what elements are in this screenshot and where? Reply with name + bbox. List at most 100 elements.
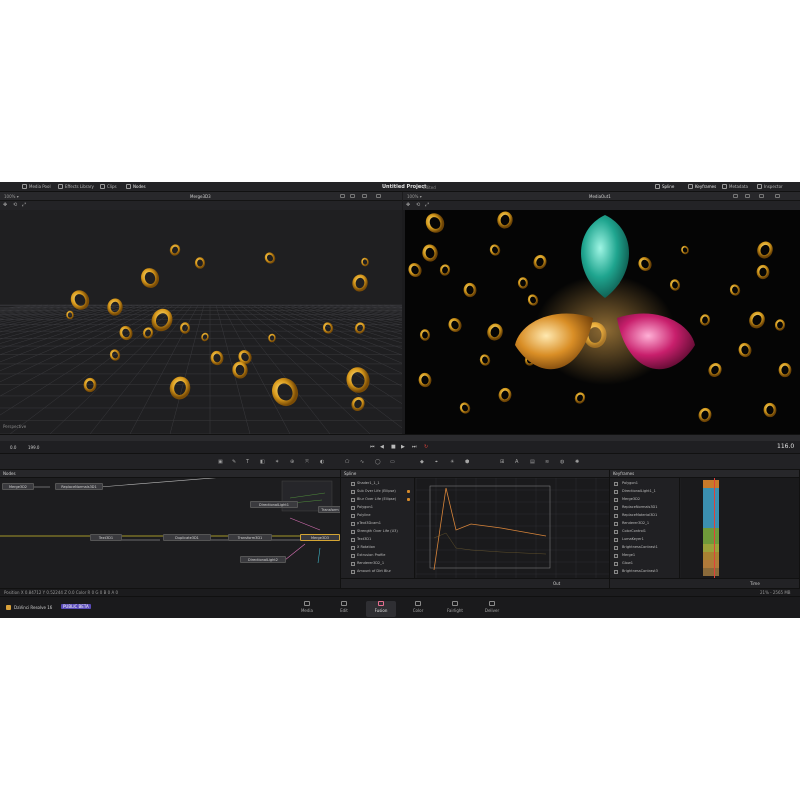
- spline-row-label[interactable]: Shader1_1_1: [357, 481, 380, 485]
- text3d-tool-icon[interactable]: A: [515, 459, 518, 465]
- spline-row-checkbox[interactable]: [351, 514, 355, 518]
- media-pool-tab[interactable]: Media Pool: [22, 184, 51, 189]
- keyframe-row-label[interactable]: Merge3D2: [622, 497, 640, 501]
- keyframe-row-checkbox[interactable]: [614, 490, 618, 494]
- node-replacenormals3d1[interactable]: ReplaceNormals3D1: [55, 483, 103, 490]
- rotate-tool-icon[interactable]: ⟲: [416, 202, 420, 208]
- viewer-roi-icon[interactable]: [362, 194, 367, 198]
- page-deliver[interactable]: Deliver: [477, 601, 507, 617]
- keyframe-row-label[interactable]: Renderer3D2_1: [622, 521, 649, 525]
- keyframe-range-bar[interactable]: [703, 552, 719, 560]
- viewer-lut-icon[interactable]: [350, 194, 355, 198]
- keyframe-row-label[interactable]: ColorControl1: [622, 529, 646, 533]
- go-to-start-icon[interactable]: ⏮: [370, 444, 375, 450]
- keyframe-row-label[interactable]: Glow1: [622, 561, 633, 565]
- fog3d-tool-icon[interactable]: ≋: [545, 459, 549, 465]
- time-ruler[interactable]: [0, 434, 800, 450]
- right-viewer[interactable]: [405, 210, 800, 434]
- keyframe-range-bar[interactable]: [703, 528, 719, 536]
- keyframe-row-checkbox[interactable]: [614, 514, 618, 518]
- page-media[interactable]: Media: [292, 601, 322, 617]
- spline-graph[interactable]: [415, 477, 609, 578]
- scale-tool-icon[interactable]: ⤢: [22, 202, 26, 208]
- text-tool-icon[interactable]: T: [246, 459, 249, 465]
- light3d-tool-icon[interactable]: ☀: [450, 459, 454, 465]
- spline-row-checkbox[interactable]: [351, 570, 355, 574]
- keyframe-range-bar[interactable]: [703, 496, 719, 504]
- keyframe-range-bar[interactable]: [703, 568, 719, 576]
- node-merge3d2[interactable]: Merge3D2: [2, 483, 34, 490]
- keyframe-row-checkbox[interactable]: [614, 482, 618, 486]
- move-tool-icon[interactable]: ✥: [406, 202, 410, 208]
- keyframe-row-label[interactable]: ReplaceNormals3D1: [622, 505, 657, 509]
- right-viewer-zoom[interactable]: 100% ▾: [407, 194, 422, 199]
- spline-panel[interactable]: Spline Shader1_1_1 Sub Over Life (Ellipse…: [341, 470, 610, 588]
- node-merge3d3[interactable]: Merge3D3: [300, 534, 340, 541]
- keyframe-row-checkbox[interactable]: [614, 522, 618, 526]
- ellipse-tool-icon[interactable]: ◯: [375, 459, 381, 465]
- keyframe-row-checkbox[interactable]: [614, 554, 618, 558]
- polygon-tool-icon[interactable]: ⬠: [345, 459, 349, 465]
- spline-row-label[interactable]: Strength Over Life (U3): [357, 529, 398, 533]
- merge-tool-icon[interactable]: ⊕: [290, 459, 294, 465]
- spline-row-label[interactable]: pText3Dcam1: [357, 521, 381, 525]
- viewer-lut-icon[interactable]: [745, 194, 750, 198]
- spline-row-label[interactable]: Polygon1: [357, 505, 373, 509]
- viewer-more-icon[interactable]: [376, 194, 381, 198]
- shape3d-tool-icon[interactable]: ◆: [420, 459, 424, 465]
- keyframe-row-label[interactable]: BrightnessContrast1: [622, 545, 658, 549]
- paint-tool-icon[interactable]: ✎: [232, 459, 236, 465]
- render-end-field[interactable]: 199.0: [28, 445, 39, 450]
- keyframes-playhead[interactable]: [714, 478, 715, 578]
- spline-row-checkbox[interactable]: [351, 546, 355, 550]
- merge3d-tool-icon[interactable]: ⊞: [500, 459, 504, 465]
- spline-row-label[interactable]: Extrusion Profile: [357, 553, 385, 557]
- rectangle-tool-icon[interactable]: ▭: [390, 459, 395, 465]
- color-tool-icon[interactable]: ◐: [320, 459, 324, 465]
- bspline-tool-icon[interactable]: ∿: [360, 459, 364, 465]
- keyframe-row-label[interactable]: BrightnessContrast3: [622, 569, 658, 573]
- keyframes-panel[interactable]: Keyframes Polygon1 DirectionalLight1_1 Mer…: [610, 470, 800, 588]
- keyframe-row-label[interactable]: Polygon1: [622, 481, 638, 485]
- keyframe-marker-icon[interactable]: [407, 490, 410, 493]
- spline-row-checkbox[interactable]: [351, 506, 355, 510]
- spline-row-label[interactable]: Text3D1: [357, 537, 371, 541]
- node-duplicate3d1[interactable]: Duplicate3D1: [163, 534, 211, 541]
- page-fairlight[interactable]: Fairlight: [440, 601, 470, 617]
- keyframe-range-bar[interactable]: [703, 544, 719, 552]
- keyframe-row-label[interactable]: Merge1: [622, 553, 635, 557]
- spline-row-label[interactable]: Renderer3D2_1: [357, 561, 384, 565]
- spline-row-checkbox[interactable]: [351, 482, 355, 486]
- keyframes-timeline[interactable]: [681, 478, 799, 578]
- effects-library-tab[interactable]: Effects Library: [58, 184, 94, 189]
- spline-row-label[interactable]: X Rotation: [357, 545, 375, 549]
- keyframe-range-bar[interactable]: [703, 512, 719, 520]
- node-transform3d1[interactable]: Transform3D1: [228, 534, 272, 541]
- background-tool-icon[interactable]: ▣: [218, 459, 223, 465]
- node-directionallight2[interactable]: DirectionalLight2: [240, 556, 286, 563]
- keyframe-row-checkbox[interactable]: [614, 570, 618, 574]
- node-text3d1[interactable]: Text3D1: [90, 534, 122, 541]
- render-start-field[interactable]: 0.0: [10, 445, 16, 450]
- spline-row-label[interactable]: Amount of Dirt Blur: [357, 569, 391, 573]
- spline-row-checkbox[interactable]: [351, 554, 355, 558]
- viewer-more-icon[interactable]: [775, 194, 780, 198]
- move-tool-icon[interactable]: ✥: [3, 202, 7, 208]
- keyframe-range-bar[interactable]: [703, 560, 719, 568]
- keyframe-row-checkbox[interactable]: [614, 506, 618, 510]
- play-icon[interactable]: ▶: [401, 444, 405, 450]
- spline-row-label[interactable]: Blur Over Life (Ellipse): [357, 497, 396, 501]
- left-viewer-zoom[interactable]: 100% ▾: [4, 194, 19, 199]
- spline-row-label[interactable]: Sub Over Life (Ellipse): [357, 489, 396, 493]
- spline-row-checkbox[interactable]: [351, 530, 355, 534]
- metadata-tab[interactable]: Metadata: [722, 184, 748, 189]
- keyframe-row-checkbox[interactable]: [614, 530, 618, 534]
- keyframe-range-bar[interactable]: [703, 480, 719, 488]
- replace-material-tool-icon[interactable]: ◍: [560, 459, 564, 465]
- renderer3d-tool-icon[interactable]: ⬢: [465, 459, 469, 465]
- camera3d-tool-icon[interactable]: ⌖: [435, 459, 438, 465]
- spline-row-checkbox[interactable]: [351, 538, 355, 542]
- clips-tab[interactable]: Clips: [100, 184, 117, 189]
- gradient-tool-icon[interactable]: ◧: [260, 459, 265, 465]
- spline-row-label[interactable]: Polyline: [357, 513, 371, 517]
